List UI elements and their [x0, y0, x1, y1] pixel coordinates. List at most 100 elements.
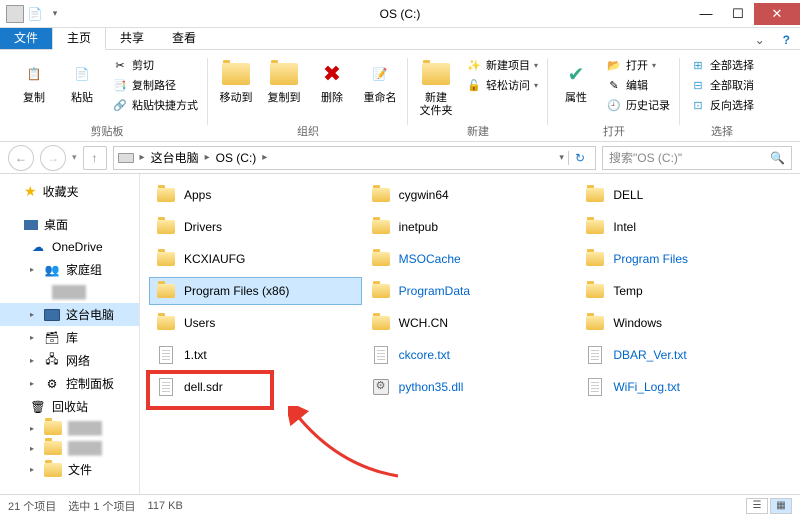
file-item[interactable]: DELL	[579, 182, 790, 208]
file-item[interactable]: python35.dll	[365, 374, 576, 400]
file-item[interactable]: cygwin64	[365, 182, 576, 208]
file-pane[interactable]: Appscygwin64DELL Drivers inetpubIntel KCXIA…	[140, 174, 800, 494]
file-item[interactable]: Temp	[579, 278, 790, 304]
sidebar-thispc[interactable]: ▸这台电脑	[0, 303, 139, 326]
copy-button[interactable]: 📋 复制	[12, 54, 56, 105]
view-icons-button[interactable]: ▦	[770, 498, 792, 514]
sidebar-controlpanel[interactable]: ▸⚙控制面板	[0, 372, 139, 395]
file-icon	[156, 345, 176, 365]
sidebar-network[interactable]: ▸🖧网络	[0, 349, 139, 372]
cut-button[interactable]: ✂剪切	[108, 56, 202, 74]
refresh-icon[interactable]: ↻	[568, 151, 591, 165]
open-button[interactable]: 📂打开 ▾	[602, 56, 674, 74]
sidebar-libraries[interactable]: ▸🗃库	[0, 326, 139, 349]
file-item[interactable]: ckcore.txt	[365, 342, 576, 368]
folder-icon	[585, 249, 605, 269]
selectall-button[interactable]: ⊞全部选择	[686, 56, 758, 74]
file-item[interactable]: MSOCache	[365, 246, 576, 272]
folder-icon	[44, 421, 62, 435]
history-button[interactable]: 🕘历史记录	[602, 96, 674, 114]
sidebar-homegroup[interactable]: ▸👥家庭组	[0, 258, 139, 281]
recyclebin-icon: 🗑	[30, 399, 46, 415]
moveto-button[interactable]: 移动到	[214, 54, 258, 105]
tab-file[interactable]: 文件	[0, 26, 52, 49]
file-name: Program Files (x86)	[184, 284, 289, 298]
folder-icon	[585, 217, 605, 237]
navigation-pane[interactable]: ★收藏夹 桌面 ☁OneDrive ▸👥家庭组 ████ ▸这台电脑 ▸🗃库 ▸…	[0, 174, 140, 494]
qat-dropdown-icon[interactable]: ▾	[46, 5, 64, 23]
file-name: Program Files	[613, 252, 688, 266]
address-bar[interactable]: ▸ 这台电脑 ▸ OS (C:) ▸ ▾ ↻	[113, 146, 596, 170]
chevron-right-icon[interactable]: ▸	[260, 152, 269, 163]
status-size: 117 KB	[148, 500, 183, 512]
file-name: Drivers	[184, 220, 222, 234]
paste-shortcut-button[interactable]: 🔗粘贴快捷方式	[108, 96, 202, 114]
sidebar-onedrive[interactable]: ☁OneDrive	[0, 236, 139, 258]
properties-button[interactable]: ✔属性	[554, 54, 598, 105]
back-button[interactable]: ←	[8, 145, 34, 171]
sidebar-blur1[interactable]: ████	[0, 281, 139, 303]
file-item[interactable]: dell.sdr	[150, 374, 361, 400]
edit-button[interactable]: ✎编辑	[602, 76, 674, 94]
tab-view[interactable]: 查看	[158, 26, 210, 49]
forward-button[interactable]: →	[40, 145, 66, 171]
chevron-right-icon[interactable]: ▸	[203, 152, 212, 163]
maximize-button[interactable]: ☐	[722, 3, 754, 25]
newitem-button[interactable]: ✨新建项目 ▾	[462, 56, 542, 74]
sidebar-recyclebin[interactable]: 🗑回收站	[0, 395, 139, 418]
file-item[interactable]: Windows	[579, 310, 790, 336]
chevron-right-icon[interactable]: ▸	[138, 152, 147, 163]
rename-icon: 📝	[364, 58, 396, 90]
qat-newfile-icon[interactable]: 📄	[26, 5, 44, 23]
copypath-button[interactable]: 📑复制路径	[108, 76, 202, 94]
tab-share[interactable]: 共享	[106, 26, 158, 49]
file-item[interactable]: WCH.CN	[365, 310, 576, 336]
view-details-button[interactable]: ☰	[746, 498, 768, 514]
file-item[interactable]: Intel	[579, 214, 790, 240]
file-item[interactable]: Apps	[150, 182, 361, 208]
file-item[interactable]: ProgramData	[365, 278, 576, 304]
sidebar-favorites[interactable]: ★收藏夹	[0, 180, 139, 203]
easyaccess-icon: 🔓	[466, 77, 482, 93]
file-name: Users	[184, 316, 215, 330]
breadcrumb-thispc[interactable]: 这台电脑	[151, 149, 199, 166]
help-icon[interactable]: ?	[773, 31, 800, 49]
file-name: DBAR_Ver.txt	[613, 348, 686, 362]
file-name: dell.sdr	[184, 380, 223, 394]
cut-icon: ✂	[112, 57, 128, 73]
close-button[interactable]: ✕	[754, 3, 800, 25]
sidebar-blur3[interactable]: ▸████	[0, 438, 139, 458]
copyto-button[interactable]: 复制到	[262, 54, 306, 105]
ribbon-expand-icon[interactable]: ⌄	[747, 31, 773, 49]
file-item[interactable]: KCXIAUFG	[150, 246, 361, 272]
file-item[interactable]: 1.txt	[150, 342, 361, 368]
invert-button[interactable]: ⊡反向选择	[686, 96, 758, 114]
recent-dropdown-icon[interactable]: ▾	[72, 152, 77, 163]
content-area: ★收藏夹 桌面 ☁OneDrive ▸👥家庭组 ████ ▸这台电脑 ▸🗃库 ▸…	[0, 174, 800, 494]
file-name: WiFi_Log.txt	[613, 380, 680, 394]
address-dropdown-icon[interactable]: ▾	[553, 152, 564, 163]
file-item[interactable]: Program Files	[579, 246, 790, 272]
delete-button[interactable]: ✖删除	[310, 54, 354, 105]
sidebar-desktop[interactable]: 桌面	[0, 213, 139, 236]
newfolder-button[interactable]: 新建 文件夹	[414, 54, 458, 118]
rename-button[interactable]: 📝重命名	[358, 54, 402, 105]
file-item[interactable]: Drivers	[150, 214, 361, 240]
up-button[interactable]: ↑	[83, 146, 107, 170]
selectnone-button[interactable]: ⊟全部取消	[686, 76, 758, 94]
file-item[interactable]: WiFi_Log.txt	[579, 374, 790, 400]
breadcrumb-drive[interactable]: OS (C:)	[216, 151, 257, 165]
easyaccess-button[interactable]: 🔓轻松访问 ▾	[462, 76, 542, 94]
minimize-button[interactable]: —	[690, 3, 722, 25]
paste-button[interactable]: 📄 粘贴	[60, 54, 104, 105]
ribbon-group-select: ⊞全部选择 ⊟全部取消 ⊡反向选择 选择	[680, 54, 764, 141]
file-item[interactable]: Users	[150, 310, 361, 336]
file-item[interactable]: Program Files (x86)	[150, 278, 361, 304]
search-input[interactable]: 搜索"OS (C:)" 🔍	[602, 146, 792, 170]
file-item[interactable]: inetpub	[365, 214, 576, 240]
sidebar-docs[interactable]: ▸文件	[0, 458, 139, 481]
file-item[interactable]: DBAR_Ver.txt	[579, 342, 790, 368]
tab-home[interactable]: 主页	[52, 25, 106, 50]
sidebar-blur2[interactable]: ▸████	[0, 418, 139, 438]
file-name: 1.txt	[184, 348, 207, 362]
